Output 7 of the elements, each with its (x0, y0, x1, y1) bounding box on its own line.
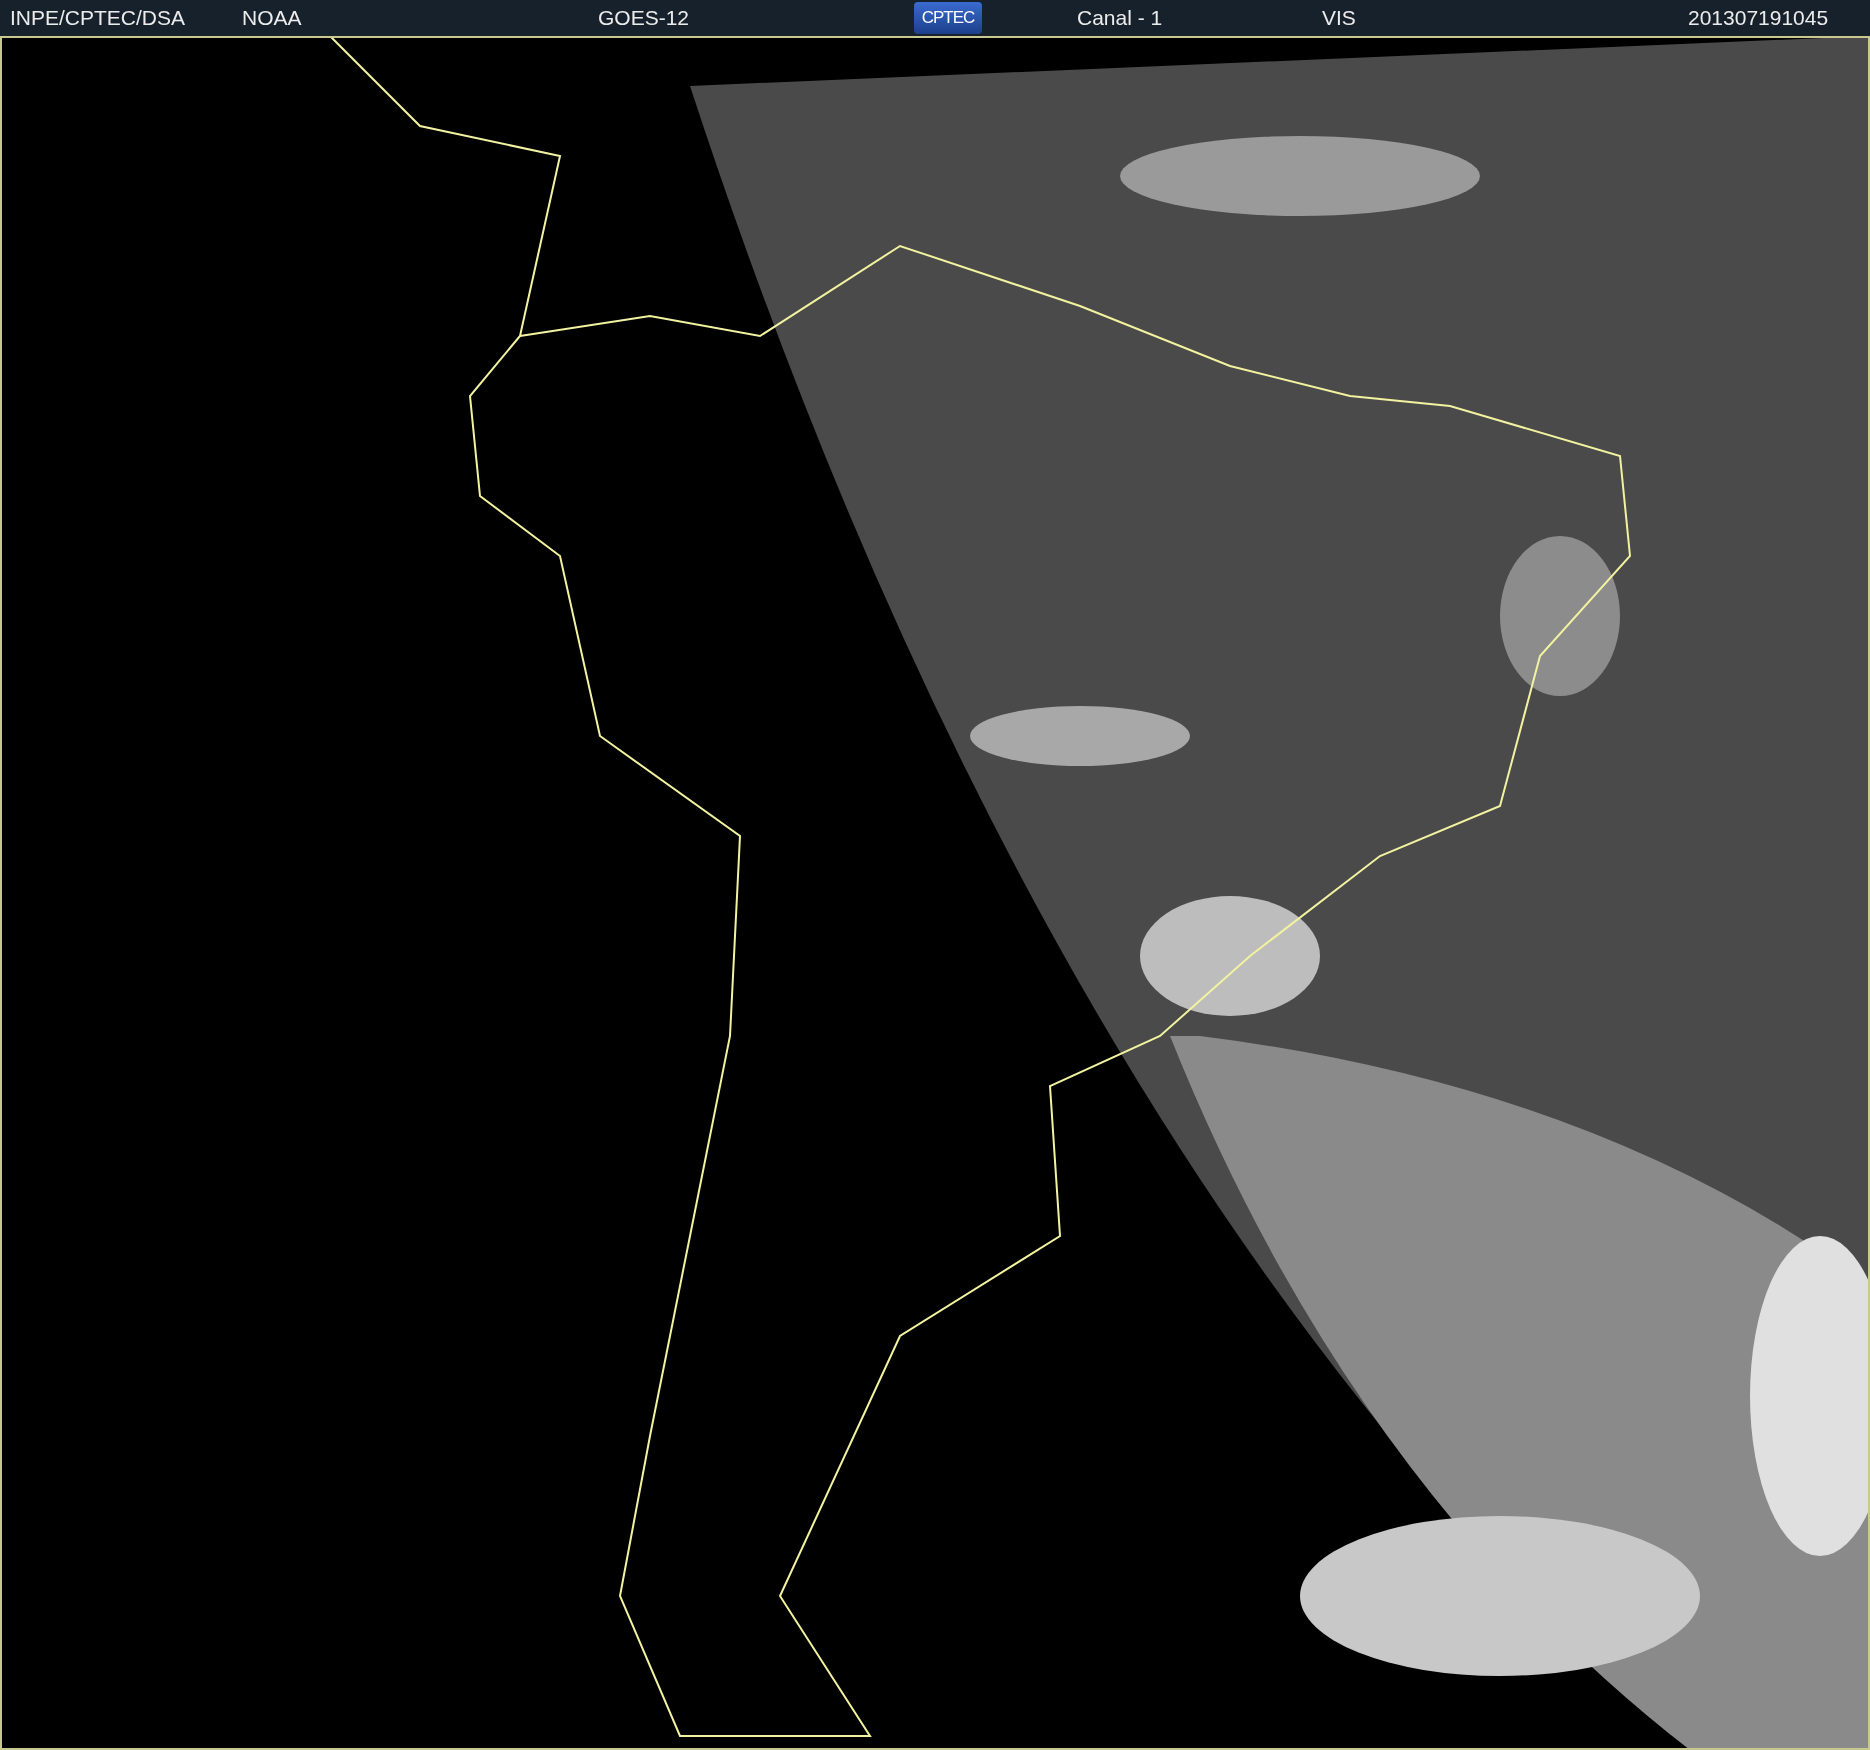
logo: CPTEC (914, 2, 982, 34)
header-label: INPE/CPTEC/DSA (10, 6, 186, 30)
header-label: NOAA (242, 6, 302, 30)
header-label: 201307191045 (1688, 6, 1829, 30)
header-label: GOES-12 (598, 6, 690, 30)
header-label: Canal - 1 (1077, 6, 1163, 30)
header-label: VIS (1322, 6, 1356, 30)
